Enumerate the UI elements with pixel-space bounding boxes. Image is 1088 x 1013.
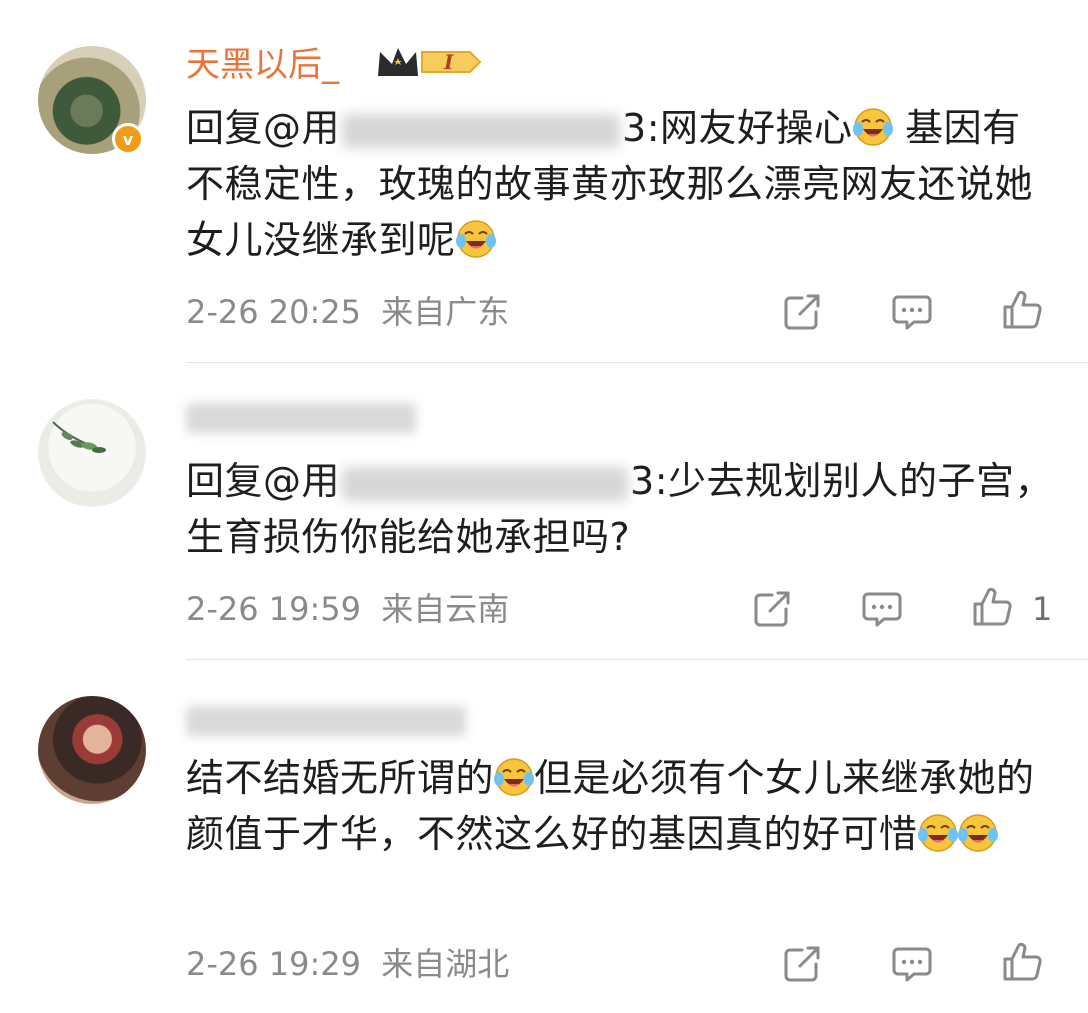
laugh-cry-emoji-icon (456, 219, 496, 259)
comment-item: 结不结婚无所谓的 但是必须有个女儿来继承她的颜值于才华，不然这么好的基因真的好可惜… (0, 660, 1088, 1013)
comment-item: 回复@用 3:少去规划别人的子宫，生育损伤你能给她承担吗? 2-26 19:59 … (0, 363, 1088, 659)
mention-link[interactable]: 用 (302, 106, 341, 150)
comment-button[interactable] (890, 942, 934, 986)
comment-text: 回复@用 3:少去规划别人的子宫，生育损伤你能给她承担吗? (186, 453, 1056, 565)
comment-button[interactable] (890, 290, 934, 334)
laugh-cry-emoji-icon (918, 813, 958, 853)
share-icon (750, 587, 794, 631)
location: 来自湖北 (381, 945, 510, 983)
like-button[interactable] (970, 585, 1014, 629)
share-icon (780, 290, 824, 334)
share-icon (780, 942, 824, 986)
comment-text: 结不结婚无所谓的 但是必须有个女儿来继承她的颜值于才华，不然这么好的基因真的好可惜 (186, 750, 1056, 862)
verified-v-icon: v (112, 123, 144, 155)
like-count: 1 (1032, 590, 1053, 628)
location: 来自广东 (381, 293, 510, 331)
comment-text: 回复@用 3:网友好操心 基因有不稳定性，玫瑰的故事黄亦玫那么漂亮网友还说她女儿没… (186, 100, 1056, 268)
comment-icon (860, 587, 904, 631)
avatar[interactable] (38, 399, 146, 507)
timestamp: 2-26 20:25 (186, 293, 362, 331)
thumbs-up-icon (1000, 288, 1044, 332)
thumbs-up-icon (970, 585, 1014, 629)
comment-icon (890, 290, 934, 334)
leaf-image (52, 421, 106, 453)
comment-meta: 2-26 20:25 来自广东 (186, 292, 509, 332)
reply-prefix: 回复@ (186, 459, 302, 503)
laugh-cry-emoji-icon (853, 107, 893, 147)
username-redacted (186, 706, 466, 736)
laugh-cry-emoji-icon (958, 813, 998, 853)
thumbs-up-icon (1000, 940, 1044, 984)
share-button[interactable] (750, 587, 794, 631)
comment-body: :网友好操心 (646, 106, 853, 150)
reply-prefix: 回复@ (186, 106, 302, 150)
share-button[interactable] (780, 290, 824, 334)
redacted-mention (342, 113, 621, 148)
redacted-mention (342, 466, 629, 501)
mention-link[interactable]: 用 (302, 459, 341, 503)
username-redacted (186, 403, 416, 433)
location: 来自云南 (381, 590, 510, 628)
comment-button[interactable] (860, 587, 904, 631)
crown-badge-icon: I (378, 48, 482, 76)
comment-meta: 2-26 19:59 来自云南 (186, 589, 509, 629)
like-button[interactable] (1000, 288, 1044, 332)
laugh-cry-emoji-icon (494, 757, 534, 797)
mention-tail: 3 (630, 459, 655, 503)
comment-body: 结不结婚无所谓的 (186, 756, 495, 800)
svg-text:I: I (443, 50, 454, 74)
timestamp: 2-26 19:59 (186, 590, 362, 628)
mention-tail: 3 (622, 106, 647, 150)
avatar[interactable] (38, 696, 146, 804)
comment-meta: 2-26 19:29 来自湖北 (186, 944, 509, 984)
like-button[interactable] (1000, 940, 1044, 984)
share-button[interactable] (780, 942, 824, 986)
username[interactable]: 天黑以后_ (186, 44, 339, 86)
timestamp: 2-26 19:29 (186, 945, 362, 983)
comment-item: v 天黑以后_ I 回复@用 3:网友好操心 基因有不稳定性，玫瑰的故事黄亦玫那么… (0, 0, 1088, 362)
comment-icon (890, 942, 934, 986)
